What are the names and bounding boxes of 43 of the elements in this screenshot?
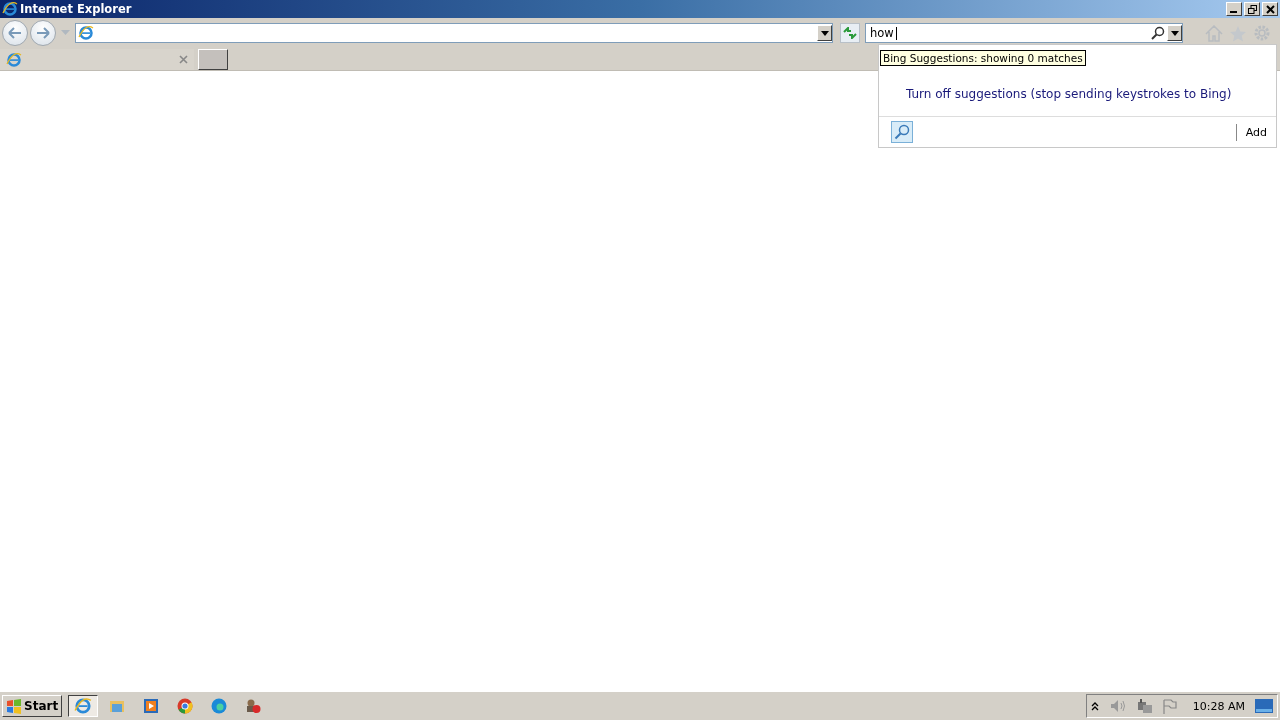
address-dropdown-button[interactable] [817,25,832,41]
speaker-icon[interactable] [1108,699,1127,713]
compatibility-button[interactable] [840,23,860,43]
tooltip: Bing Suggestions: showing 0 matches [880,50,1086,66]
browser-icon [6,51,22,68]
clock[interactable]: 10:28 AM [1192,699,1245,713]
back-arrow-icon [8,27,22,39]
edge-icon [211,698,228,714]
forward-arrow-icon [36,27,50,39]
minimize-button[interactable] [1226,2,1242,16]
show-hidden-icons-icon[interactable] [1090,701,1099,711]
search-text: how [870,26,894,40]
search-icon [894,124,910,140]
back-button[interactable] [2,20,28,46]
browser-icon [2,1,18,17]
caret-icon [1170,30,1179,36]
search-icon[interactable] [1151,26,1165,40]
forward-button[interactable] [30,20,56,46]
chrome-icon [177,698,194,714]
new-tab-button[interactable] [198,49,228,70]
close-button[interactable] [1262,2,1278,16]
windows-logo-icon [6,698,22,714]
close-tab-icon[interactable] [179,55,188,64]
caret-icon [820,30,829,36]
close-icon [1265,4,1275,14]
restore-icon [1247,4,1257,14]
taskbar-app-button[interactable] [68,695,99,717]
media-player-icon [143,698,160,714]
turn-off-suggestions-link[interactable]: Turn off suggestions (stop sending keystrokes to Bing) [906,87,1232,101]
search-field[interactable]: how [865,23,1183,43]
arrows-icon [843,27,857,39]
app-icon [245,698,262,714]
network-icon[interactable] [1136,698,1153,714]
search-dropdown-button[interactable] [1167,25,1182,41]
browser-icon [78,25,94,41]
window-title: Internet Explorer [20,2,132,16]
search-provider-button[interactable] [891,121,913,143]
restore-button[interactable] [1244,2,1260,16]
flag-icon[interactable] [1162,698,1177,714]
browser-icon [74,697,93,715]
show-desktop-icon[interactable] [1255,699,1273,713]
start-button[interactable]: Start [2,695,63,717]
folder-icon [109,698,126,714]
